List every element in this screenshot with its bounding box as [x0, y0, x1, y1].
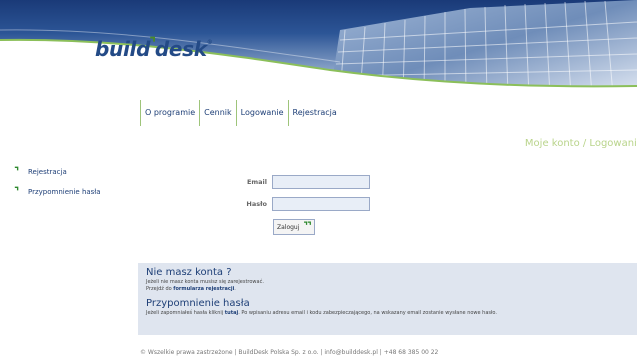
sidebar-item-label: Przypomnienie hasła — [28, 187, 101, 196]
password-field[interactable] — [272, 197, 370, 211]
logo-text-desk: desk — [154, 37, 207, 61]
register-link-prefix: Przejdź do — [146, 286, 172, 292]
breadcrumb: Moje konto / Logowanie — [524, 138, 637, 149]
reminder-here-link[interactable]: tutaj — [225, 310, 238, 316]
nav-item-logowanie[interactable]: Logowanie — [237, 100, 288, 126]
no-account-heading: Nie masz konta ? — [146, 267, 232, 278]
logo-text-build: build — [95, 37, 151, 61]
login-button[interactable]: Zaloguj ⌝⌝ — [273, 219, 315, 235]
password-label: Hasło — [246, 200, 267, 208]
nav-item-cennik[interactable]: Cennik — [200, 100, 236, 126]
nav-item-rejestracja[interactable]: Rejestracja — [289, 100, 341, 126]
sidebar-item-label: Rejestracja — [28, 167, 67, 176]
reminder-suffix: . Po wpisaniu adresu email i kodu zabezp… — [238, 310, 497, 316]
header-banner: build⌝desk® — [0, 0, 637, 95]
email-field[interactable] — [272, 175, 370, 189]
info-panel: Nie masz konta ? Jeżeli nie masz konta m… — [138, 263, 637, 335]
nav-item-o-programie[interactable]: O programie — [141, 100, 199, 126]
login-button-label: Zaloguj — [277, 223, 300, 231]
double-tick-icon: ⌝⌝ — [303, 221, 311, 232]
sidebar: ⌝ Rejestracja ⌝ Przypomnienie hasła — [14, 164, 101, 204]
email-label: Email — [246, 178, 267, 186]
green-tick-icon: ⌝ — [14, 185, 20, 198]
password-reminder-text: Jeżeli zapomniałeś hasła kliknij tutaj. … — [146, 310, 630, 317]
email-row: Email — [237, 175, 370, 189]
logo-tick-icon: ⌝ — [149, 34, 156, 52]
no-account-text: Jeżeli nie masz konta musisz się zarejes… — [146, 279, 264, 285]
main-nav: O programie Cennik Logowanie Rejestracja — [140, 100, 341, 126]
footer: © Wszelkie prawa zastrzeżone | BuildDesk… — [140, 349, 439, 356]
sidebar-item-przypomnienie-hasla[interactable]: ⌝ Przypomnienie hasła — [14, 184, 101, 199]
reminder-prefix: Jeżeli zapomniałeś hasła kliknij — [146, 310, 224, 316]
sidebar-item-rejestracja[interactable]: ⌝ Rejestracja — [14, 164, 101, 179]
password-row: Hasło — [237, 197, 370, 211]
register-link-line: Przejdź do formularza rejestracji. — [146, 286, 236, 292]
green-tick-icon: ⌝ — [14, 165, 20, 178]
password-reminder-heading: Przypomnienie hasła — [146, 298, 250, 309]
builddesk-logo[interactable]: build⌝desk® — [95, 34, 213, 61]
logo-registered-mark: ® — [206, 39, 213, 46]
register-form-link[interactable]: formularza rejestracji — [173, 286, 234, 292]
